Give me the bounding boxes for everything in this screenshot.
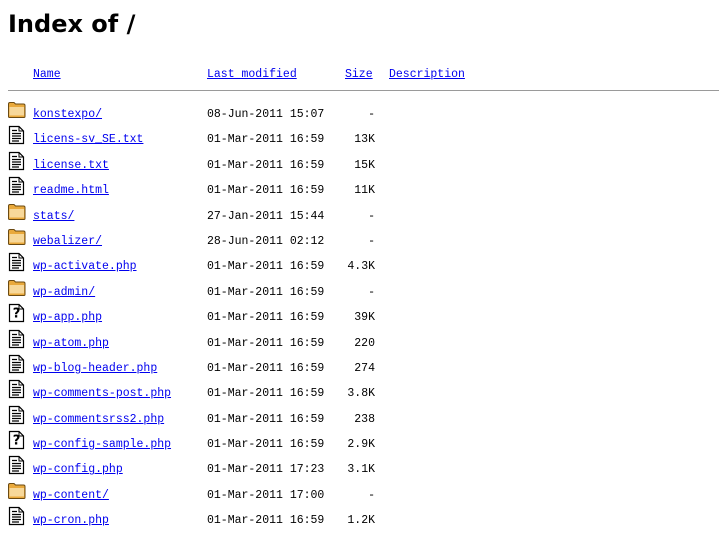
folder-icon <box>7 202 27 222</box>
file-size: 3.8K <box>347 387 375 401</box>
file-size: - <box>368 488 375 502</box>
file-size: 2.9K <box>347 438 375 452</box>
file-size: 238 <box>354 412 375 426</box>
last-modified: 01-Mar-2011 16:59 <box>207 311 325 325</box>
file-size: 3.1K <box>347 463 375 477</box>
file-row: webalizer/28-Jun-2011 02:12 - <box>0 227 727 252</box>
last-modified: 01-Mar-2011 16:59 <box>207 514 325 528</box>
sort-by-size-link[interactable]: Size <box>345 68 373 82</box>
last-modified: 01-Mar-2011 16:59 <box>207 285 325 299</box>
file-size: 4.3K <box>347 260 375 274</box>
unknown-file-icon: ? <box>7 430 27 450</box>
file-name-link[interactable]: license.txt <box>33 159 109 173</box>
file-name-link[interactable]: wp-content/ <box>33 489 109 503</box>
file-name-link[interactable]: readme.html <box>33 184 109 198</box>
last-modified: 08-Jun-2011 15:07 <box>207 108 325 121</box>
file-name-link[interactable]: wp-activate.php <box>33 260 137 274</box>
folder-icon <box>7 100 27 120</box>
last-modified: 27-Jan-2011 15:44 <box>207 209 325 223</box>
text-file-icon <box>7 379 27 399</box>
file-size: 220 <box>354 336 375 350</box>
folder-icon <box>7 278 27 298</box>
file-name-link[interactable]: wp-commentsrss2.php <box>33 413 164 427</box>
file-row: license.txt 01-Mar-2011 16:59 15K <box>0 151 727 176</box>
file-row: wp-cron.php 01-Mar-2011 16:59 1.2K <box>0 506 727 531</box>
file-size: - <box>368 285 375 299</box>
file-name-link[interactable]: wp-admin/ <box>33 286 95 300</box>
header-divider <box>8 90 719 91</box>
file-name-link[interactable]: wp-config-sample.php <box>33 438 171 452</box>
svg-text:?: ? <box>13 307 21 322</box>
file-row: wp-commentsrss2.php 01-Mar-2011 16:59 238 <box>0 405 727 430</box>
last-modified: 01-Mar-2011 16:59 <box>207 158 325 172</box>
last-modified: 01-Mar-2011 17:23 <box>207 463 325 477</box>
file-row: konstexpo/08-Jun-2011 15:07 - <box>0 100 727 125</box>
file-size: - <box>368 209 375 223</box>
file-name-link[interactable]: wp-config.php <box>33 463 123 477</box>
file-name-link[interactable]: webalizer/ <box>33 235 102 249</box>
file-name-link[interactable]: wp-app.php <box>33 311 102 325</box>
last-modified: 01-Mar-2011 16:59 <box>207 361 325 375</box>
file-size: - <box>368 234 375 248</box>
file-name-link[interactable]: stats/ <box>33 210 74 224</box>
file-row: wp-atom.php 01-Mar-2011 16:59 220 <box>0 329 727 354</box>
file-size: 274 <box>354 361 375 375</box>
page-title: Index of / <box>8 10 136 38</box>
unknown-file-icon: ? <box>7 303 27 323</box>
file-name-link[interactable]: wp-comments-post.php <box>33 387 171 401</box>
last-modified: 01-Mar-2011 16:59 <box>207 336 325 350</box>
text-file-icon <box>7 506 27 526</box>
file-row: licens-sv_SE.txt 01-Mar-2011 16:59 13K <box>0 125 727 150</box>
last-modified: 01-Mar-2011 16:59 <box>207 387 325 401</box>
svg-text:?: ? <box>13 434 21 449</box>
file-name-link[interactable]: wp-cron.php <box>33 514 109 528</box>
text-file-icon <box>7 151 27 171</box>
text-file-icon <box>7 329 27 349</box>
folder-icon <box>7 227 27 247</box>
file-row: wp-admin/01-Mar-2011 16:59 - <box>0 278 727 303</box>
file-row: ? wp-config-sample.php 01-Mar-2011 16:59 2.… <box>0 430 727 455</box>
text-file-icon <box>7 176 27 196</box>
text-file-icon <box>7 125 27 145</box>
file-row: ? wp-app.php 01-Mar-2011 16:59 39K <box>0 303 727 328</box>
folder-icon <box>7 481 27 501</box>
file-row: wp-config.php 01-Mar-2011 17:23 3.1K <box>0 455 727 480</box>
last-modified: 01-Mar-2011 16:59 <box>207 133 325 147</box>
file-name-link[interactable]: wp-blog-header.php <box>33 362 157 376</box>
file-size: 11K <box>354 184 375 198</box>
text-file-icon <box>7 252 27 272</box>
last-modified: 01-Mar-2011 16:59 <box>207 438 325 452</box>
sort-by-name-link[interactable]: Name <box>33 68 61 82</box>
last-modified: 01-Mar-2011 16:59 <box>207 184 325 198</box>
file-list: konstexpo/08-Jun-2011 15:07 - licens-sv_SE… <box>0 100 727 532</box>
file-row: wp-content/01-Mar-2011 17:00 - <box>0 481 727 506</box>
file-name-link[interactable]: licens-sv_SE.txt <box>33 133 143 147</box>
text-file-icon <box>7 455 27 475</box>
text-file-icon <box>7 354 27 374</box>
file-name-link[interactable]: wp-atom.php <box>33 337 109 351</box>
file-row: wp-activate.php 01-Mar-2011 16:59 4.3K <box>0 252 727 277</box>
file-row: wp-comments-post.php 01-Mar-2011 16:59 3.8… <box>0 379 727 404</box>
file-name-link[interactable]: konstexpo/ <box>33 108 102 122</box>
file-row: stats/27-Jan-2011 15:44 - <box>0 202 727 227</box>
last-modified: 01-Mar-2011 16:59 <box>207 412 325 426</box>
sort-by-description-link[interactable]: Description <box>389 68 465 82</box>
file-size: 39K <box>354 311 375 325</box>
last-modified: 28-Jun-2011 02:12 <box>207 234 325 248</box>
sort-by-last-modified-link[interactable]: Last modified <box>207 68 297 82</box>
file-size: 15K <box>354 158 375 172</box>
last-modified: 01-Mar-2011 16:59 <box>207 260 325 274</box>
file-row: wp-blog-header.php 01-Mar-2011 16:59 274 <box>0 354 727 379</box>
text-file-icon <box>7 405 27 425</box>
file-size: - <box>368 108 375 121</box>
file-size: 1.2K <box>347 514 375 528</box>
last-modified: 01-Mar-2011 17:00 <box>207 488 325 502</box>
file-row: readme.html 01-Mar-2011 16:59 11K <box>0 176 727 201</box>
file-size: 13K <box>354 133 375 147</box>
